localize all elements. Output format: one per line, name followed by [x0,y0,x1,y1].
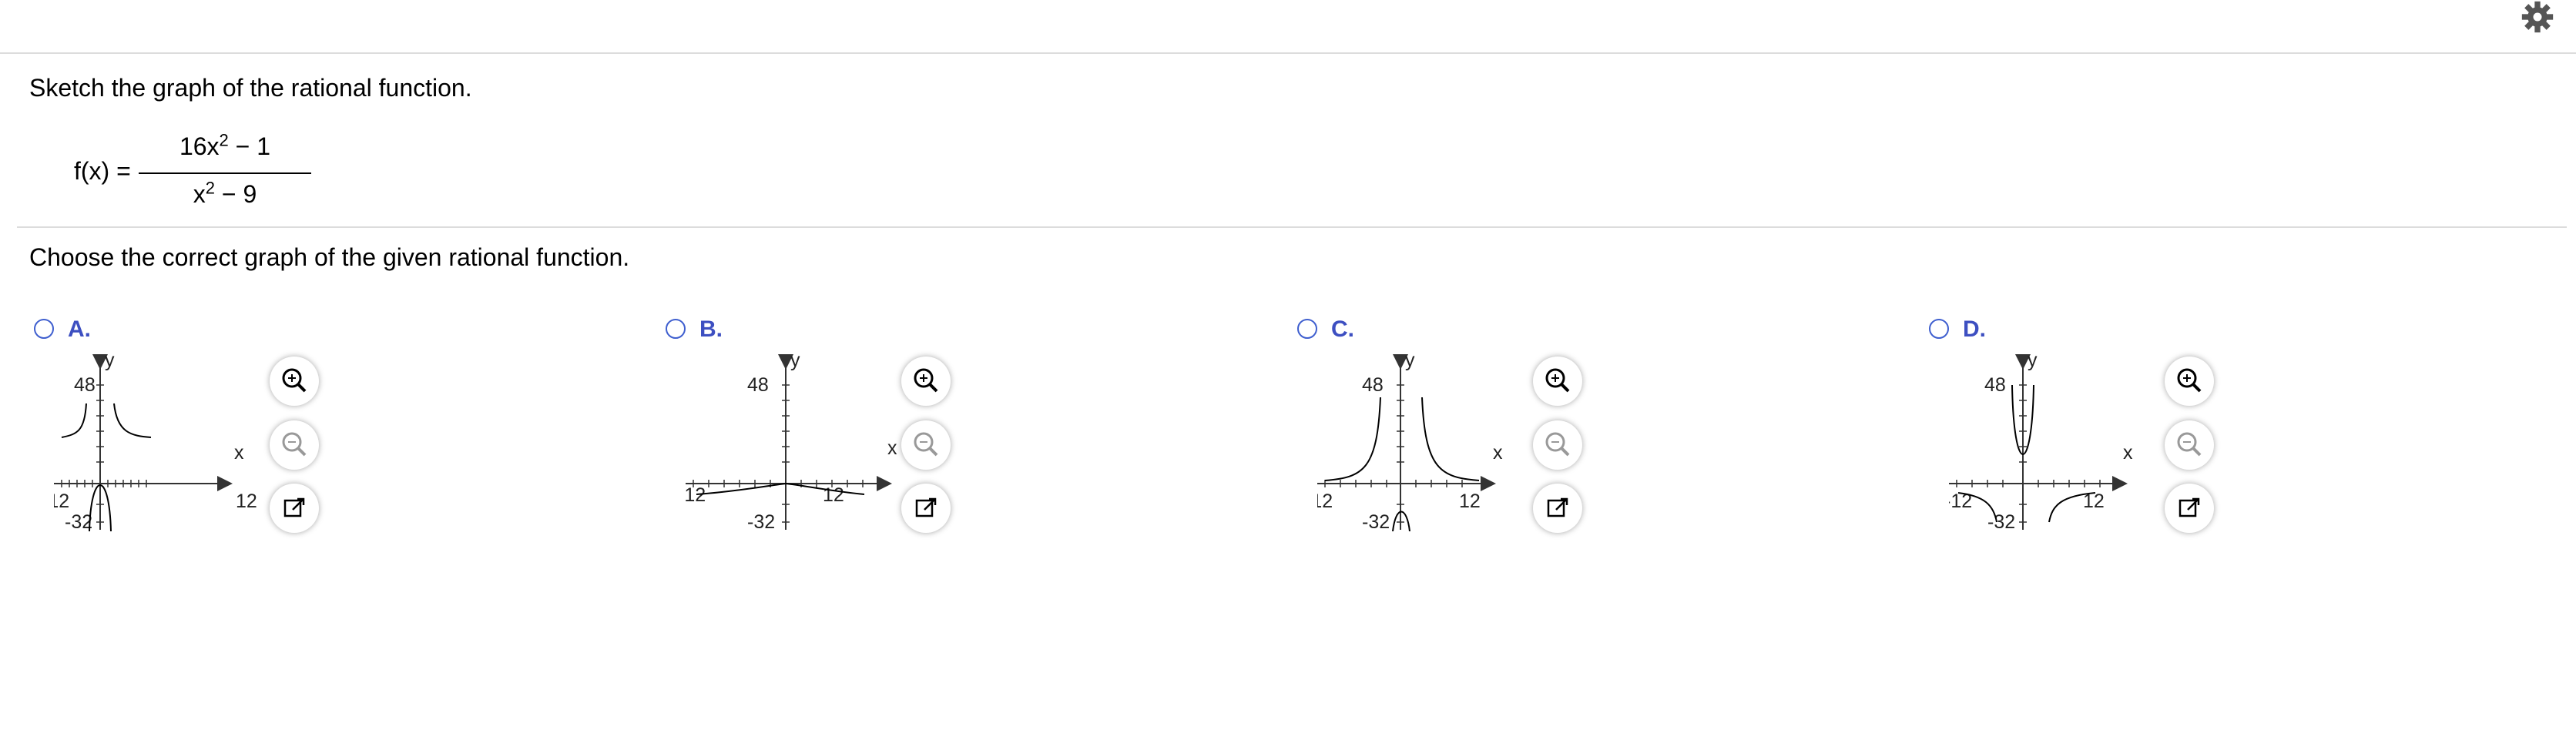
denominator: x2 − 9 [193,178,257,208]
numerator: 16x2 − 1 [179,130,271,160]
option-c-radio[interactable] [1297,319,1317,339]
y-axis-label: y [1405,354,1415,371]
option-b: B. y x 48 -32 -12 12 [662,316,1263,547]
y-top-tick: 48 [747,374,769,396]
y-axis-label: y [790,354,800,371]
y-bottom-tick: -32 [747,511,775,531]
option-d-open-button[interactable] [2165,484,2214,533]
option-d-radio[interactable] [1929,319,1949,339]
option-a-label[interactable]: A. [68,316,91,343]
y-bottom-tick: -32 [1987,511,2015,531]
option-b-open-button[interactable] [901,484,951,533]
option-c: C. y x 48 -32 -12 12 [1294,316,1895,547]
x-axis-label: x [887,437,897,459]
option-d-graph: y x 48 -32 -12 12 [1949,354,2133,531]
open-new-window-icon [915,497,937,517]
open-new-window-icon [2179,497,2200,517]
option-d-zoom-in-button[interactable] [2165,357,2214,406]
option-d-label[interactable]: D. [1963,316,1986,343]
zoom-out-icon [2177,432,2202,457]
x-right-tick: 12 [1459,491,1481,512]
zoom-out-icon [914,432,938,457]
x-left-tick: -12 [1317,491,1333,512]
y-axis-label: y [105,354,115,371]
x-axis-label: x [2123,442,2133,464]
zoom-in-icon [2177,368,2202,393]
option-a: A. y x 48 -32 -12 12 [31,316,632,547]
x-right-tick: 12 [823,484,844,506]
zoom-in-icon [1545,368,1570,393]
y-top-tick: 48 [74,374,96,396]
open-new-window-icon [1547,497,1568,517]
option-c-open-button[interactable] [1533,484,1582,533]
x-left-tick: -12 [54,491,69,512]
section-divider [17,226,2567,228]
function-name: f(x) = [74,157,131,185]
option-c-zoom-out-button[interactable] [1533,420,1582,470]
y-bottom-tick: -32 [65,511,92,531]
x-axis-label: x [1493,442,1503,464]
option-d-zoom-out-button[interactable] [2165,420,2214,470]
option-a-open-button[interactable] [270,484,319,533]
option-a-graph: y x 48 -32 -12 12 [54,354,257,531]
option-c-graph: y x 48 -32 -12 12 [1317,354,1503,531]
option-c-zoom-in-button[interactable] [1533,357,1582,406]
y-axis-label: y [2028,354,2038,371]
option-a-radio[interactable] [34,319,54,339]
option-b-label[interactable]: B. [699,316,723,343]
function-formula: f(x) = 16x2 − 1 x2 − 9 [74,129,311,214]
y-bottom-tick: -32 [1362,511,1390,531]
zoom-out-icon [282,432,307,457]
y-top-tick: 48 [1984,374,2006,396]
gear-icon[interactable] [2519,0,2556,34]
x-right-tick: 12 [236,491,257,512]
option-c-label[interactable]: C. [1331,316,1354,343]
option-b-graph: y x 48 -32 -12 12 [686,354,897,531]
x-left-tick: -12 [686,484,706,506]
zoom-in-icon [914,368,938,393]
option-b-radio[interactable] [666,319,686,339]
option-a-zoom-in-button[interactable] [270,357,319,406]
open-new-window-icon [283,497,305,517]
x-axis-label: x [234,442,244,464]
option-a-zoom-out-button[interactable] [270,420,319,470]
top-divider [0,52,2576,54]
y-top-tick: 48 [1362,374,1384,396]
zoom-out-icon [1545,432,1570,457]
option-b-zoom-in-button[interactable] [901,357,951,406]
question-text: Choose the correct graph of the given ra… [29,243,630,271]
option-d: D. y x 48 -32 -12 12 [1926,316,2527,547]
option-b-zoom-out-button[interactable] [901,420,951,470]
zoom-in-icon [282,368,307,393]
fraction-bar [139,172,311,174]
instruction-text: Sketch the graph of the rational functio… [29,74,472,102]
